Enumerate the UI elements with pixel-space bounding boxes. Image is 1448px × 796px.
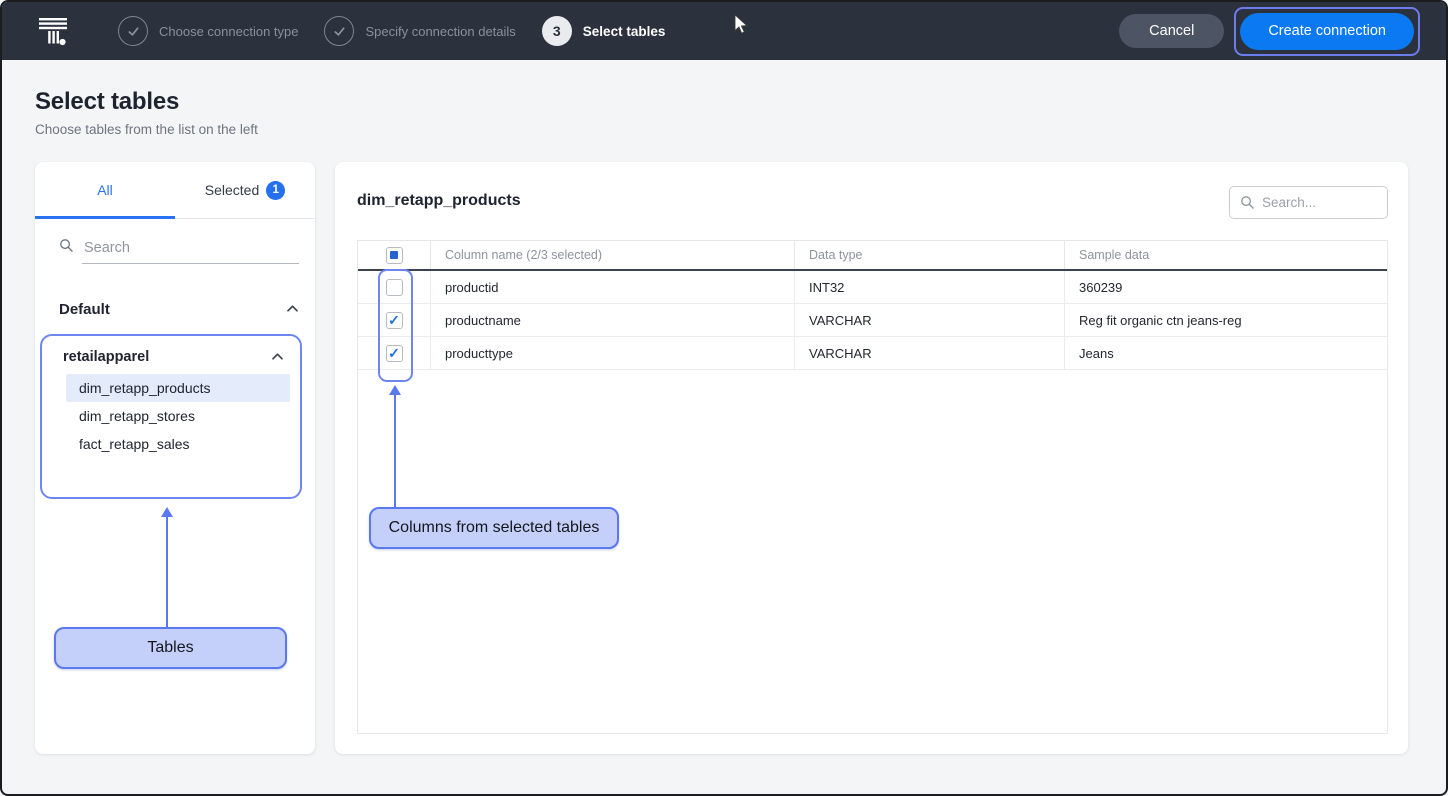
create-connection-highlight: Create connection bbox=[1234, 7, 1420, 56]
step-select-tables[interactable]: 3 Select tables bbox=[542, 16, 666, 46]
schema-retailapparel[interactable]: retailapparel bbox=[63, 348, 284, 366]
step1-label: Choose connection type bbox=[159, 24, 298, 39]
cell-data-type: VARCHAR bbox=[794, 304, 1064, 336]
tab-all-label: All bbox=[97, 182, 113, 198]
header-sample-data: Sample data bbox=[1064, 241, 1389, 269]
cell-sample-data: 360239 bbox=[1064, 271, 1389, 303]
wizard-steps: Choose connection type Specify connectio… bbox=[118, 16, 665, 46]
tables-arrow-line bbox=[166, 516, 168, 627]
page-content: Select tables Choose tables from the lis… bbox=[2, 60, 1446, 794]
thoughtspot-logo-icon bbox=[36, 13, 70, 49]
columns-table: Column name (2/3 selected) Data type Sam… bbox=[357, 240, 1388, 734]
cell-column-name: productname bbox=[430, 304, 794, 336]
cancel-button[interactable]: Cancel bbox=[1119, 14, 1224, 48]
tab-all[interactable]: All bbox=[35, 162, 175, 218]
columns-table-header: Column name (2/3 selected) Data type Sam… bbox=[358, 241, 1387, 271]
app-window: Choose connection type Specify connectio… bbox=[0, 0, 1448, 796]
columns-search-input[interactable] bbox=[1262, 195, 1379, 210]
selected-count-badge: 1 bbox=[266, 181, 285, 200]
page-subtitle: Choose tables from the list on the left bbox=[35, 122, 258, 137]
table-item-fact-retapp-sales[interactable]: fact_retapp_sales bbox=[66, 430, 290, 458]
search-icon bbox=[59, 238, 74, 264]
sidebar-search bbox=[59, 238, 299, 264]
header-checkbox-cell bbox=[358, 241, 430, 269]
header-data-type: Data type bbox=[794, 241, 1064, 269]
search-icon bbox=[1240, 195, 1255, 210]
columns-callout: Columns from selected tables bbox=[369, 507, 619, 549]
sidebar-tabs: All Selected 1 bbox=[35, 162, 315, 219]
columns-search bbox=[1229, 186, 1388, 219]
header-column-name: Column name (2/3 selected) bbox=[430, 241, 794, 269]
tab-selected-label: Selected bbox=[205, 182, 259, 198]
table-row: productname VARCHAR Reg fit organic ctn … bbox=[358, 304, 1387, 337]
tab-selected[interactable]: Selected 1 bbox=[175, 162, 315, 218]
columns-table-body: productid INT32 360239 productname VARCH… bbox=[358, 271, 1387, 370]
step2-check-icon bbox=[324, 16, 354, 46]
cell-sample-data: Jeans bbox=[1064, 337, 1389, 369]
table-item-dim-retapp-stores[interactable]: dim_retapp_stores bbox=[66, 402, 290, 430]
columns-panel: dim_retapp_products Column name (2/3 sel… bbox=[335, 162, 1408, 754]
columns-arrow-line bbox=[394, 394, 396, 507]
step3-number: 3 bbox=[542, 16, 572, 46]
table-item-dim-retapp-products[interactable]: dim_retapp_products bbox=[66, 374, 290, 402]
step3-label: Select tables bbox=[583, 24, 666, 39]
group-default-label: Default bbox=[59, 301, 110, 318]
cell-data-type: INT32 bbox=[794, 271, 1064, 303]
group-default[interactable]: Default bbox=[59, 300, 299, 318]
step2-label: Specify connection details bbox=[365, 24, 515, 39]
cell-column-name: producttype bbox=[430, 337, 794, 369]
create-connection-button[interactable]: Create connection bbox=[1240, 13, 1414, 50]
selected-table-title: dim_retapp_products bbox=[357, 192, 521, 210]
cell-data-type: VARCHAR bbox=[794, 337, 1064, 369]
page-title: Select tables bbox=[35, 88, 179, 116]
checkbox-column-annotation-outline bbox=[378, 269, 413, 382]
schema-label: retailapparel bbox=[63, 349, 149, 365]
cell-sample-data: Reg fit organic ctn jeans-reg bbox=[1064, 304, 1389, 336]
chevron-up-icon bbox=[271, 348, 284, 366]
chevron-up-icon bbox=[286, 300, 299, 318]
tables-callout: Tables bbox=[54, 627, 287, 669]
table-row: producttype VARCHAR Jeans bbox=[358, 337, 1387, 370]
table-list: dim_retapp_products dim_retapp_stores fa… bbox=[66, 374, 290, 458]
step-specify-connection-details[interactable]: Specify connection details bbox=[324, 16, 515, 46]
wizard-topbar: Choose connection type Specify connectio… bbox=[2, 2, 1446, 60]
topbar-actions: Cancel Create connection bbox=[1119, 7, 1420, 56]
table-row: productid INT32 360239 bbox=[358, 271, 1387, 304]
cell-column-name: productid bbox=[430, 271, 794, 303]
active-tab-underline bbox=[35, 216, 175, 219]
step-choose-connection-type[interactable]: Choose connection type bbox=[118, 16, 298, 46]
mouse-cursor bbox=[733, 14, 749, 41]
select-all-checkbox[interactable] bbox=[386, 247, 403, 264]
step1-check-icon bbox=[118, 16, 148, 46]
tables-annotation-outline: retailapparel dim_retapp_products dim_re… bbox=[40, 334, 302, 499]
sidebar-search-input[interactable] bbox=[82, 238, 299, 264]
